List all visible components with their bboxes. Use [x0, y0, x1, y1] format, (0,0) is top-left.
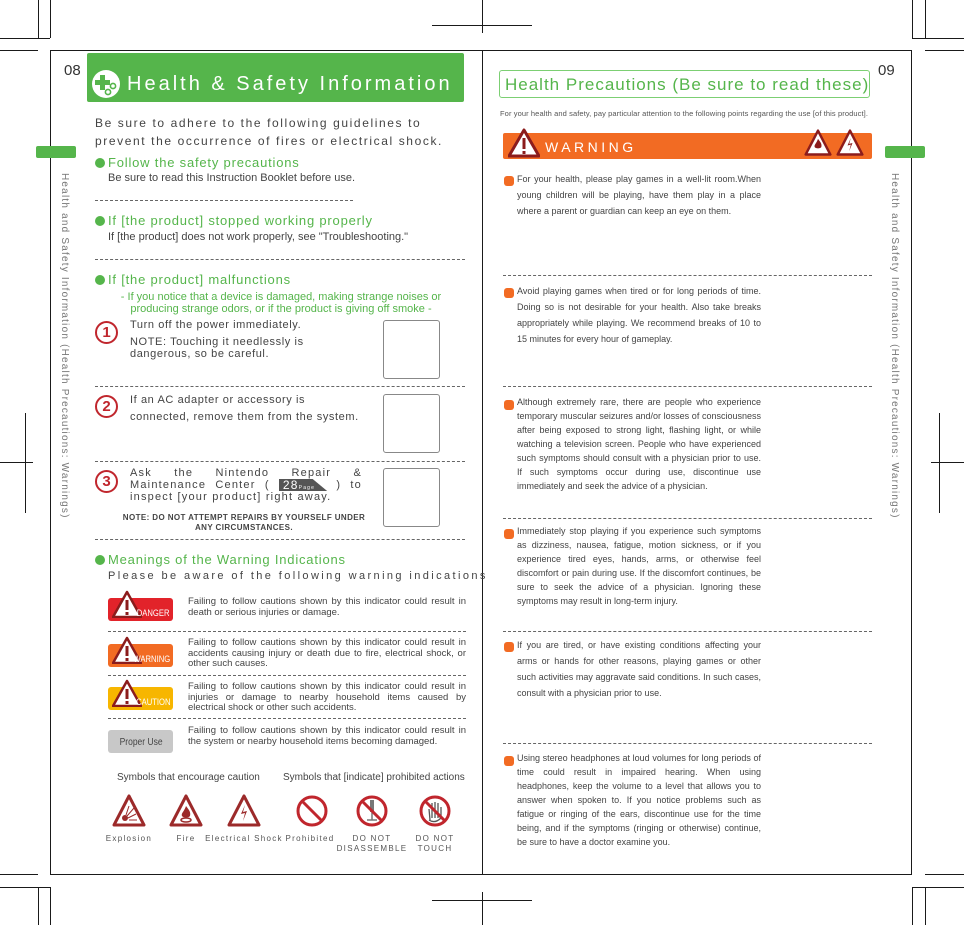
- step-text-3: Ask the Nintendo Repair & Maintenance Ce…: [130, 467, 362, 503]
- bullet-dot: [95, 275, 105, 285]
- symbol-label-do-not-touch: DO NOT TOUCH: [415, 834, 455, 853]
- bullet-icon: [504, 756, 514, 766]
- right-title-box: Health Precautions (Be sure to read thes…: [499, 70, 870, 98]
- do-not-touch-icon: [419, 795, 451, 827]
- caution-badge: CAUTION: [108, 679, 173, 710]
- electrical-shock-icon: [227, 794, 261, 827]
- caution-label: CAUTION: [135, 697, 170, 707]
- step-text-2: If an AC adapter or accessory is connect…: [130, 394, 359, 423]
- step-number-1: 1: [95, 321, 118, 344]
- precaution-item-4: Immediately stop playing if you experien…: [517, 526, 761, 606]
- bullet-icon: [504, 400, 514, 410]
- right-page-subtitle: For your health and safety, pay particul…: [500, 109, 869, 118]
- warning-badge: WARNING: [108, 636, 173, 667]
- section-heading-malfunctions: If [the product] malfunctions: [95, 272, 291, 287]
- step-illustration-1: [383, 320, 440, 379]
- divider: [503, 386, 872, 387]
- danger-label: DANGER: [137, 608, 170, 618]
- side-tab-text-right: Health and Safety Information (Health Pr…: [889, 173, 900, 519]
- fire-icon: [804, 129, 832, 156]
- step-number-3: 3: [95, 470, 118, 493]
- section-heading-text: If [the product] malfunctions: [108, 272, 291, 287]
- malfunction-subtitle: - If you notice that a device is damaged…: [120, 291, 442, 315]
- step-3-note: NOTE: DO NOT ATTEMPT REPAIRS BY YOURSELF…: [122, 513, 366, 532]
- bullet-icon: [504, 642, 514, 652]
- section-heading-safety: Follow the safety precautions: [95, 155, 300, 170]
- precaution-item-1: For your health, please play games in a …: [517, 174, 761, 216]
- step-1-instruction: Turn off the power immediately.: [130, 319, 302, 331]
- warning-banner-label: WARNING: [545, 139, 637, 155]
- precaution-item-2: Avoid playing games when tired or for lo…: [517, 286, 761, 344]
- page-spine: [482, 50, 483, 875]
- proper-use-badge: Proper Use: [108, 730, 173, 753]
- precaution-item-3: Although extremely rare, there are peopl…: [517, 397, 761, 491]
- divider: [503, 743, 872, 744]
- divider: [108, 631, 466, 632]
- meanings-heading: Meanings of the Warning Indications: [95, 552, 346, 567]
- divider: [108, 718, 466, 719]
- precaution-item-6: Using stereo headphones at loud volumes …: [517, 753, 761, 847]
- page-reference-number: 28: [282, 478, 299, 492]
- step-number-2: 2: [95, 395, 118, 418]
- bullet-dot: [95, 216, 105, 226]
- danger-badge: DANGER: [108, 590, 173, 621]
- explosion-icon: [112, 794, 146, 827]
- page-reference-label: Page: [298, 485, 316, 491]
- divider: [95, 259, 465, 260]
- precaution-item-5: If you are tired, or have existing condi…: [517, 640, 761, 698]
- game-controller-cross-icon: [92, 70, 120, 98]
- bullet-icon: [504, 529, 514, 539]
- step-1-note: NOTE: Touching it needlessly is dangerou…: [130, 336, 304, 360]
- section-heading-text: If [the product] stopped working properl…: [108, 213, 373, 228]
- caution-description: Failing to follow cautions shown by this…: [188, 681, 466, 713]
- bullet-dot: [95, 555, 105, 565]
- page-reference-link[interactable]: 28Page: [278, 478, 328, 492]
- page-title: Health & Safety Information: [127, 73, 453, 95]
- intro-text: Be sure to adhere to the following guide…: [95, 116, 443, 148]
- proper-use-description: Failing to follow cautions shown by this…: [188, 725, 466, 747]
- divider: [95, 386, 465, 387]
- meanings-subheading: Please be aware of the following warning…: [108, 570, 488, 582]
- section-heading-stopped: If [the product] stopped working properl…: [95, 213, 373, 228]
- exclamation-triangle-icon: [508, 128, 540, 158]
- electrical-shock-icon: [836, 129, 864, 156]
- right-page-title: Health Precautions (Be sure to read thes…: [505, 75, 870, 94]
- divider: [503, 631, 872, 632]
- warning-banner: WARNING: [503, 128, 872, 159]
- step-3-text-before: Ask the Nintendo Repair & Maintenance Ce…: [130, 467, 362, 491]
- section-body-stopped: If [the product] does not work properly,…: [108, 231, 409, 243]
- danger-description: Failing to follow cautions shown by this…: [188, 596, 466, 618]
- side-tab-marker-left: [36, 146, 76, 158]
- step-illustration-2: [383, 394, 440, 453]
- page-number-left: 08: [64, 62, 81, 79]
- do-not-disassemble-icon: [356, 795, 388, 827]
- bullet-dot: [95, 158, 105, 168]
- page-number-right: 09: [878, 62, 895, 79]
- step-illustration-3: [383, 468, 440, 527]
- divider: [108, 675, 466, 676]
- divider: [503, 275, 872, 276]
- symbol-label-do-not-disassemble: DO NOT DISASSEMBLE: [336, 834, 408, 853]
- prohibited-icon: [296, 795, 328, 827]
- step-text-1: Turn off the power immediately. NOTE: To…: [130, 318, 362, 360]
- divider: [95, 200, 353, 201]
- page-title-bar: Health & Safety Information: [87, 53, 464, 102]
- side-tab-marker-right: [885, 146, 925, 158]
- section-heading-text: Follow the safety precautions: [108, 155, 300, 170]
- fire-icon: [169, 794, 203, 827]
- caution-symbols-heading: Symbols that encourage caution: [117, 772, 260, 783]
- divider: [95, 461, 465, 462]
- warning-label: WARNING: [133, 654, 170, 664]
- divider: [95, 539, 465, 540]
- divider: [503, 518, 872, 519]
- bullet-icon: [504, 176, 514, 186]
- side-tab-text-left: Health and Safety Information (Health Pr…: [59, 173, 70, 519]
- proper-use-label: Proper Use: [120, 737, 163, 748]
- warning-description: Failing to follow cautions shown by this…: [188, 637, 466, 669]
- prohibited-symbols-heading: Symbols that [indicate] prohibited actio…: [283, 772, 465, 783]
- section-body-safety: Be sure to read this Instruction Booklet…: [108, 172, 356, 184]
- meanings-heading-text: Meanings of the Warning Indications: [108, 552, 346, 567]
- bullet-icon: [504, 288, 514, 298]
